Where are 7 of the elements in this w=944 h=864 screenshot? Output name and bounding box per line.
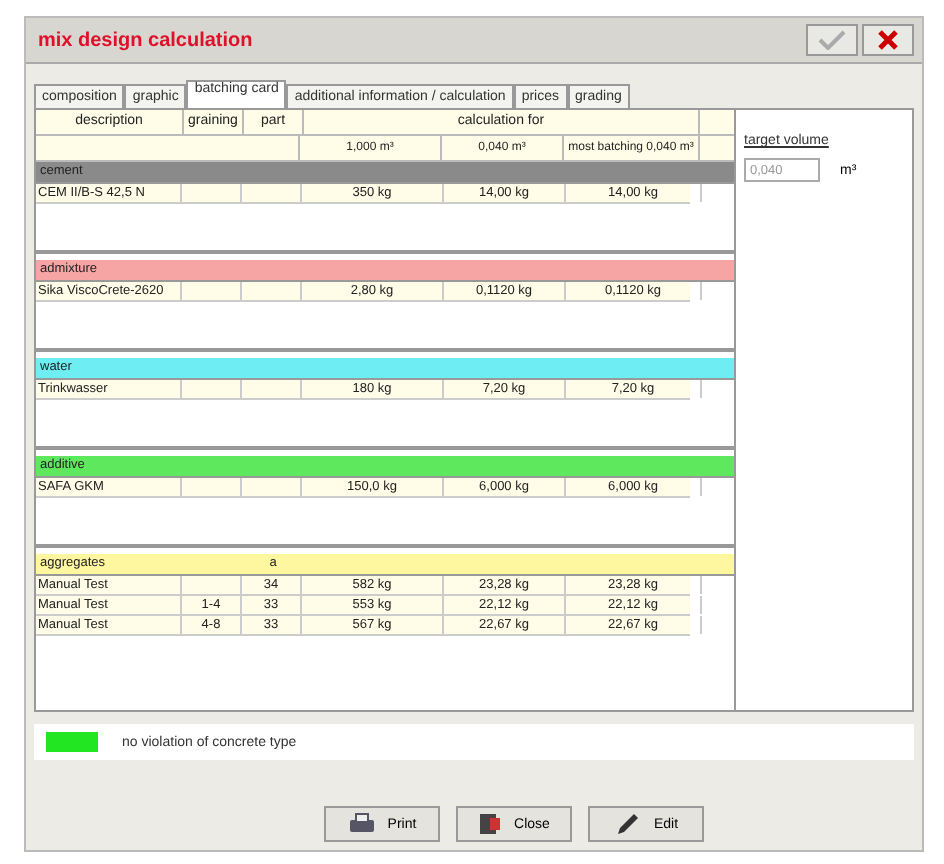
close-button[interactable] xyxy=(862,24,914,56)
door-icon xyxy=(478,812,503,836)
pencil-icon xyxy=(613,812,642,836)
window-title: mix design calculation xyxy=(38,29,253,51)
close-icon xyxy=(878,30,898,50)
printer-icon xyxy=(347,812,376,836)
check-icon xyxy=(818,30,846,50)
